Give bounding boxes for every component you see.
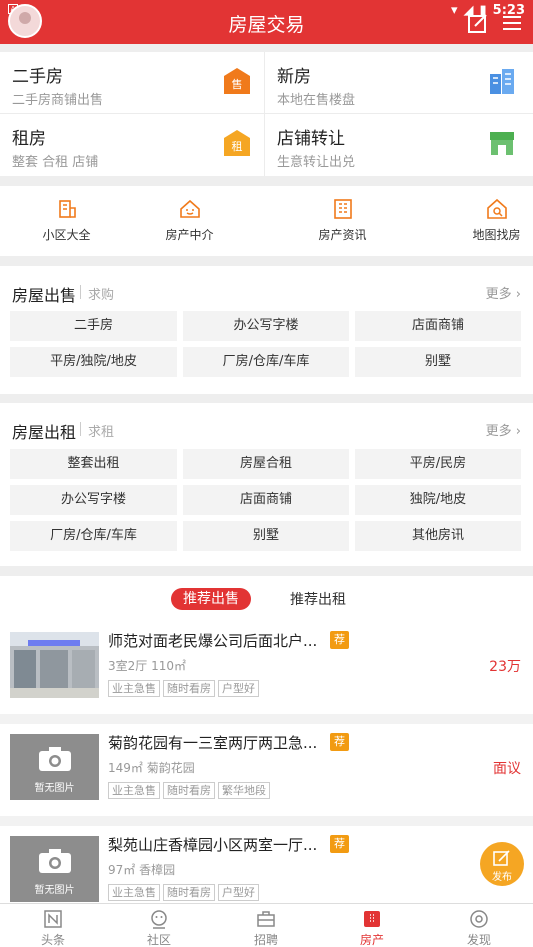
- wanted-link[interactable]: 求租: [88, 421, 114, 440]
- quick-link-news[interactable]: 房产资讯: [276, 186, 409, 256]
- discover-icon: [470, 910, 488, 928]
- edit-icon: [493, 850, 510, 866]
- listing-photo: [10, 632, 99, 698]
- listing-price: 面议: [493, 761, 521, 777]
- wanted-link[interactable]: 求购: [88, 284, 114, 303]
- section-title: 房屋出售: [12, 286, 77, 305]
- recommended-section: 推荐出售 推荐出租 师范对面老民爆公司后面北户... 荐 3室2厅 110㎡ 业…: [0, 576, 533, 903]
- rent-chip[interactable]: 别墅: [183, 521, 349, 551]
- room-photo-icon: [10, 632, 99, 698]
- rent-section: 房屋出租 求租 更多 › 整套出租 房屋合租 平房/民房 办公写字楼 店面商铺 …: [0, 403, 533, 566]
- listing-tag: 繁华地段: [218, 782, 270, 799]
- listing-item[interactable]: 师范对面老民爆公司后面北户... 荐 3室2厅 110㎡ 业主急售 随时看房 户…: [0, 622, 533, 714]
- storefront-icon: [490, 132, 514, 155]
- chevron-right-icon: ›: [515, 424, 521, 439]
- sale-chip[interactable]: 别墅: [355, 347, 521, 377]
- menu-icon[interactable]: [501, 12, 523, 34]
- quick-link-community[interactable]: 小区大全: [0, 186, 133, 256]
- recommend-badge: 荐: [330, 631, 349, 649]
- community-icon: [58, 200, 76, 218]
- headline-icon: [44, 910, 62, 928]
- svg-text:售: 售: [232, 77, 243, 91]
- listing-title: 梨苑山庄香樟园小区两室一厅...: [108, 836, 318, 854]
- listing-tag: 业主急售: [108, 782, 160, 799]
- listing-tag: 业主急售: [108, 680, 160, 697]
- map-search-icon: [486, 198, 507, 219]
- agent-house-icon: [179, 199, 200, 218]
- listing-tag: 随时看房: [163, 884, 215, 901]
- listing-tag: 随时看房: [163, 680, 215, 697]
- sale-chip[interactable]: 二手房: [10, 311, 177, 341]
- more-link[interactable]: 更多 ›: [486, 283, 521, 302]
- more-link[interactable]: 更多 ›: [486, 420, 521, 439]
- category-second-hand[interactable]: 二手房 二手房商铺出售 售: [0, 52, 264, 113]
- quick-link-agent[interactable]: 房产中介: [123, 186, 256, 256]
- section-title: 房屋出租: [12, 423, 77, 442]
- listing-tag: 随时看房: [163, 782, 215, 799]
- bottom-nav: 头条 社区 招聘 房产 发现: [0, 903, 533, 947]
- page-title: 房屋交易: [228, 14, 305, 36]
- listing-tag: 户型好: [218, 884, 259, 901]
- rent-chip[interactable]: 其他房讯: [355, 521, 521, 551]
- nav-headline[interactable]: 头条: [0, 904, 106, 947]
- category-rent[interactable]: 租房 整套 合租 店铺 租: [0, 114, 264, 175]
- listing-title: 菊韵花园有一三室两厅两卫急...: [108, 734, 318, 752]
- sale-tag-icon: 售: [224, 68, 250, 94]
- listing-item[interactable]: 暂无图片 菊韵花园有一三室两厅两卫急... 荐 149㎡ 菊韵花园 业主急售 随…: [0, 724, 533, 816]
- listing-tag: 户型好: [218, 680, 259, 697]
- listing-price: 23万: [489, 659, 521, 675]
- news-building-icon: [333, 199, 352, 219]
- camera-icon: [39, 747, 71, 771]
- category-shop-transfer[interactable]: 店铺转让 生意转让出兑: [265, 114, 529, 175]
- recommend-badge: 荐: [330, 733, 349, 751]
- listing-meta: 3室2厅 110㎡: [108, 659, 186, 673]
- rent-chip[interactable]: 独院/地皮: [355, 485, 521, 515]
- recommend-badge: 荐: [330, 835, 349, 853]
- quick-link-map[interactable]: 地图找房: [430, 186, 533, 256]
- nav-community[interactable]: 社区: [106, 904, 212, 947]
- sale-section: 房屋出售 求购 更多 › 二手房 办公写字楼 店面商铺 平房/独院/地皮 厂房/…: [0, 266, 533, 394]
- sale-chip[interactable]: 厂房/仓库/车库: [183, 347, 349, 377]
- edit-icon[interactable]: [467, 12, 489, 34]
- building-icon: [364, 911, 380, 927]
- rent-chip[interactable]: 店面商铺: [183, 485, 349, 515]
- listing-photo-placeholder: 暂无图片: [10, 836, 99, 902]
- nav-property[interactable]: 房产: [319, 904, 425, 947]
- listing-item[interactable]: 暂无图片 梨苑山庄香樟园小区两室一厅... 荐 97㎡ 香樟园 业主急售 随时看…: [0, 826, 533, 903]
- quick-links: 小区大全 房产中介 房产资讯 地图找房: [0, 186, 533, 256]
- rent-chip[interactable]: 房屋合租: [183, 449, 349, 479]
- recommend-tabs: 推荐出售 推荐出租: [0, 576, 533, 622]
- category-new-home[interactable]: 新房 本地在售楼盘: [265, 52, 529, 113]
- category-grid: 二手房 二手房商铺出售 售 新房 本地在售楼盘 租房 整套 合租 店铺 租 店铺…: [0, 52, 533, 176]
- tab-recommend-sale[interactable]: 推荐出售: [171, 588, 251, 610]
- svg-text:租: 租: [232, 140, 243, 153]
- listing-photo-placeholder: 暂无图片: [10, 734, 99, 800]
- nav-discover[interactable]: 发现: [426, 904, 532, 947]
- sale-chip[interactable]: 办公写字楼: [183, 311, 349, 341]
- tab-recommend-rent[interactable]: 推荐出租: [290, 589, 346, 609]
- listing-title: 师范对面老民爆公司后面北户...: [108, 632, 318, 650]
- rent-chip[interactable]: 整套出租: [10, 449, 177, 479]
- nav-jobs[interactable]: 招聘: [213, 904, 319, 947]
- community-face-icon: [151, 910, 167, 929]
- listing-meta: 149㎡ 菊韵花园: [108, 761, 195, 775]
- rent-chip[interactable]: 厂房/仓库/车库: [10, 521, 177, 551]
- rent-chip[interactable]: 办公写字楼: [10, 485, 177, 515]
- sale-chip[interactable]: 店面商铺: [355, 311, 521, 341]
- listing-meta: 97㎡ 香樟园: [108, 863, 176, 877]
- app-header: A ▾ ◢ ▮ 5:23 房屋交易: [0, 0, 533, 44]
- publish-button[interactable]: 发布: [480, 842, 524, 886]
- camera-icon: [39, 849, 71, 873]
- buildings-icon: [490, 69, 514, 94]
- briefcase-icon: [257, 911, 275, 927]
- rent-chip[interactable]: 平房/民房: [355, 449, 521, 479]
- chevron-right-icon: ›: [515, 287, 521, 302]
- listing-tag: 业主急售: [108, 884, 160, 901]
- sale-chip[interactable]: 平房/独院/地皮: [10, 347, 177, 377]
- rent-tag-icon: 租: [224, 130, 250, 156]
